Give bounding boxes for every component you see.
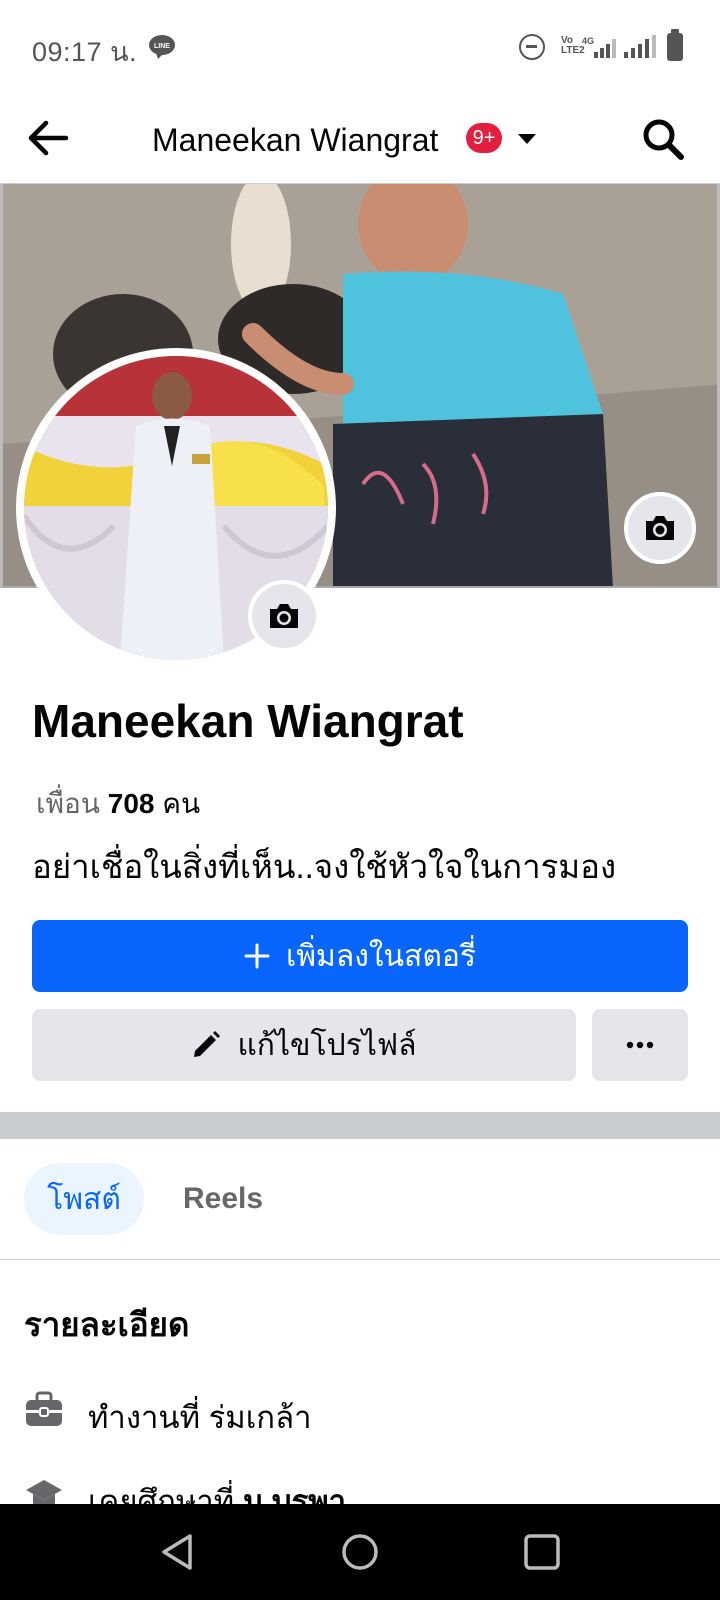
tabs-divider (0, 1259, 720, 1260)
friends-count-line[interactable]: เพื่อน 708 คน (36, 782, 200, 826)
add-to-story-button[interactable]: เพิ่มลงในสตอรี่ (32, 920, 688, 992)
svg-text:4G: 4G (582, 36, 594, 46)
caret-down-icon[interactable] (515, 132, 539, 146)
cover-camera-button[interactable] (624, 492, 696, 564)
avatar-camera-button[interactable] (248, 580, 320, 652)
tab-posts[interactable]: โพสต์ (24, 1163, 144, 1235)
friends-unit: คน (162, 788, 201, 819)
add-to-story-label: เพิ่มลงในสตอรี่ (286, 939, 476, 973)
svg-text:LINE: LINE (154, 43, 170, 50)
battery-icon (667, 29, 683, 61)
edit-profile-label: แก้ไขโปรไฟล์ (237, 1028, 417, 1062)
notification-badge: 9+ (466, 123, 502, 153)
edit-profile-button[interactable]: แก้ไขโปรไฟล์ (32, 1009, 576, 1081)
signal-4g-icon: 4G (582, 36, 616, 58)
signal-2-icon (624, 35, 656, 58)
nav-recents-icon[interactable] (522, 1532, 562, 1572)
pencil-icon (194, 1031, 221, 1057)
briefcase-icon (26, 1391, 62, 1426)
status-bar: 09:17 น. LINE Vo LTE2 4G (0, 0, 720, 92)
profile-name: Maneekan Wiangrat (32, 695, 464, 747)
detail-text-work: ทำงานที่ ร่มเกล้า (88, 1392, 311, 1442)
header-title[interactable]: Maneekan Wiangrat (152, 122, 438, 159)
friends-label: เพื่อน (36, 788, 100, 819)
more-dots-icon (626, 1041, 654, 1049)
do-not-disturb-icon (519, 34, 545, 60)
detail-value-work[interactable]: ร่มเกล้า (209, 1400, 312, 1435)
android-nav-bar (0, 1504, 720, 1600)
camera-icon (270, 604, 298, 628)
tab-reels[interactable]: Reels (168, 1163, 278, 1235)
search-icon[interactable] (640, 116, 686, 162)
details-title: รายละเอียด (24, 1306, 190, 1343)
line-app-icon: LINE (149, 35, 175, 59)
profile-bio: อย่าเชื่อในสิ่งที่เห็น..จงใช้หัวใจในการม… (32, 848, 617, 885)
status-time: 09:17 น. (32, 37, 138, 67)
nav-back-icon[interactable] (158, 1532, 198, 1572)
more-options-button[interactable] (592, 1009, 688, 1081)
friends-count: 708 (107, 788, 155, 819)
camera-icon (646, 516, 674, 540)
profile-header: Maneekan Wiangrat 9+ (0, 92, 720, 184)
detail-row-work: ทำงานที่ ร่มเกล้า (0, 1382, 720, 1442)
back-arrow-icon[interactable] (24, 114, 72, 162)
plus-icon (244, 943, 270, 969)
nav-home-icon[interactable] (340, 1532, 380, 1572)
section-divider (0, 1112, 720, 1139)
detail-prefix-work: ทำงานที่ (88, 1400, 209, 1435)
